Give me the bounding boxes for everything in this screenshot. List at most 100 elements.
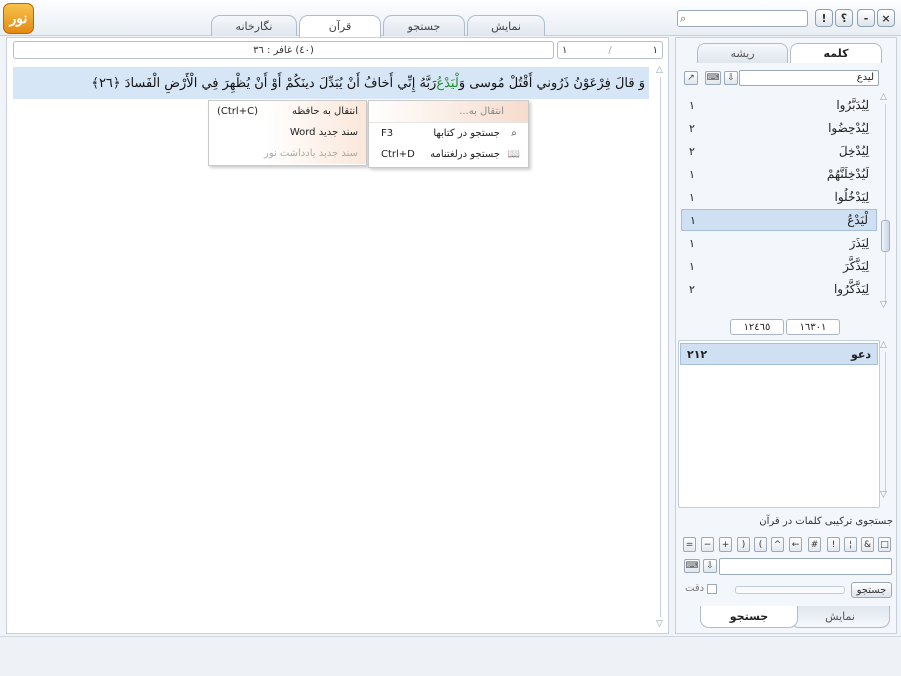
help-button[interactable]: ؟	[835, 9, 853, 27]
info-button-label: !	[821, 11, 827, 25]
menu-item-shortcut: F3	[381, 128, 394, 139]
list-item[interactable]: ١ لِيَذَّكَّرَ	[681, 255, 877, 277]
search-button[interactable]: جستجو	[851, 582, 892, 598]
list-item[interactable]: ٢ لِيَذَّكَّرُوا	[681, 278, 877, 300]
dictionary-icon: 📖	[507, 149, 521, 160]
word-list-scrollbar[interactable]: △ ▽	[880, 92, 892, 314]
down-arrow-icon[interactable]: ⇩	[703, 559, 717, 573]
list-item[interactable]: ١ لِيَدْخُلُوا	[681, 186, 877, 208]
symbol-button[interactable]: ¦	[844, 537, 857, 552]
root-list-scrollbar[interactable]: △ ▽	[880, 340, 892, 505]
word-text: لِيُدْحِضُوا	[828, 121, 869, 135]
content-scrollbar[interactable]: △ ▽	[655, 65, 667, 632]
search-icon[interactable]: ⌕	[680, 12, 686, 26]
count-right: ١٦٣٠١	[799, 321, 827, 333]
scroll-up-icon[interactable]: △	[656, 65, 663, 75]
tab-search-label: جستجو	[407, 19, 441, 33]
list-item[interactable]: ١ لَيُدْخِلَنَّهُمْ	[681, 163, 877, 185]
down-arrow-icon[interactable]: ⇩	[724, 71, 738, 85]
symbol-label: !	[831, 539, 836, 550]
list-item[interactable]: ٢ لِيُدْحِضُوا	[681, 117, 877, 139]
menu-header-label: انتقال به...	[459, 106, 504, 117]
tab-bottom-display[interactable]: نمایش	[790, 606, 890, 628]
app-logo[interactable]: نور	[3, 3, 34, 34]
menu-item-transfer-to[interactable]: انتقال به...	[369, 101, 528, 123]
word-text: لَيُدْخِلَنَّهُمْ	[826, 167, 869, 181]
tab-bottom-search[interactable]: جستجو	[700, 606, 798, 628]
keyboard-icon[interactable]: ⌨	[684, 559, 700, 573]
word-text: لْيَدْعُ	[847, 213, 868, 227]
word-count: ١	[689, 167, 695, 181]
word-list: ١ لِيُدَبَّرُوا ٢ لِيُدْحِضُوا ٢ لِيُدْخِلَ…	[681, 94, 877, 300]
word-text: لِيَدْخُلُوا	[834, 190, 870, 204]
list-item[interactable]: ٢ لِيُدْخِلَ	[681, 140, 877, 162]
symbol-label: )	[741, 539, 746, 550]
menu-item-new-word-doc[interactable]: سند جدید Word	[209, 122, 366, 143]
minimize-button[interactable]: -	[857, 9, 875, 27]
menu-item-label: جستجو درلغتنامه	[430, 149, 500, 160]
scroll-down-icon[interactable]: ▽	[656, 619, 663, 629]
symbol-button[interactable]: ←	[789, 537, 802, 552]
word-count: ١	[689, 259, 695, 273]
checkbox-box[interactable]	[707, 583, 718, 594]
root-row-selected[interactable]: ٢١٢ دعو	[680, 343, 878, 365]
tab-gallery[interactable]: نگارخانه	[211, 15, 297, 36]
combo-search-input[interactable]	[719, 558, 892, 575]
global-search-input[interactable]: ⌕	[677, 10, 808, 27]
info-button[interactable]: !	[815, 9, 833, 27]
menu-item-shortcut: Ctrl+D	[381, 149, 415, 160]
symbol-button[interactable]: +	[719, 537, 732, 552]
magnifier-icon: ⌕	[511, 128, 517, 139]
tab-quran[interactable]: قرآن	[299, 15, 381, 37]
tab-word-label: کلمه	[823, 47, 849, 60]
symbol-button[interactable]: #	[808, 537, 821, 552]
tab-root[interactable]: ریشه	[697, 43, 788, 63]
scroll-up-icon[interactable]: △	[880, 340, 887, 350]
scroll-down-icon[interactable]: ▽	[880, 490, 887, 500]
scroll-track	[885, 104, 886, 304]
exact-checkbox-label: دقت	[685, 583, 705, 594]
list-item[interactable]: ١ لِيَذَرَ	[681, 232, 877, 254]
close-button[interactable]: ×	[877, 9, 895, 27]
scroll-track	[885, 352, 886, 492]
scroll-up-icon[interactable]: △	[880, 92, 887, 102]
word-text: لِيُدْخِلَ	[838, 144, 869, 158]
keyboard-icon[interactable]: ⌨	[705, 71, 721, 85]
combo-search-title: جستجوی ترکیبی کلمات در قرآن	[683, 516, 893, 527]
list-item[interactable]: ١ لِيُدَبَّرُوا	[681, 94, 877, 116]
menu-item-copy-memory[interactable]: انتقال به حافظه (Ctrl+C)	[209, 101, 366, 122]
menu-item-search-books[interactable]: ⌕ جستجو در کتابها F3	[369, 123, 528, 144]
word-count: ٢	[689, 282, 695, 296]
symbol-label: ←	[791, 539, 800, 550]
menu-item-label: سند جدید یادداشت نور	[263, 148, 358, 159]
tab-display[interactable]: نمایش	[467, 15, 545, 36]
symbol-button[interactable]: □	[878, 537, 891, 552]
symbol-button[interactable]: −	[701, 537, 714, 552]
verse-text[interactable]: وَ قالَ فِرْعَوْنُ ذَرُوني‏ أَقْتُلْ مُو…	[13, 67, 649, 99]
menu-item-label: جستجو در کتابها	[433, 128, 500, 139]
tab-word[interactable]: کلمه	[790, 43, 882, 63]
menu-item-new-noor-note: سند جدید یادداشت نور	[209, 143, 366, 164]
list-item-selected[interactable]: ١ لْيَدْعُ	[681, 209, 877, 231]
exact-checkbox[interactable]: دقت	[685, 583, 718, 594]
symbol-button[interactable]: !	[827, 537, 840, 552]
symbol-button[interactable]: )	[737, 537, 750, 552]
scroll-down-icon[interactable]: ▽	[880, 300, 887, 310]
word-count: ١	[689, 236, 695, 250]
count-field-left: ١٢٤٦٥	[730, 319, 784, 335]
word-input[interactable]: لیدع	[739, 70, 879, 86]
symbol-label: #	[810, 539, 819, 550]
symbol-button[interactable]: ^	[771, 537, 784, 552]
verse-position-field[interactable]: ١ / ١	[557, 41, 663, 59]
root-text: دعو	[850, 347, 871, 361]
verse-highlight-word[interactable]: لْيَدْعُ	[436, 76, 458, 91]
tab-search[interactable]: جستجو	[383, 15, 465, 36]
symbol-button[interactable]: =	[683, 537, 696, 552]
symbol-button[interactable]: (	[754, 537, 767, 552]
sura-info-field[interactable]: (٤٠) غافر : ٣٦	[13, 41, 554, 59]
word-text: لِيُدَبَّرُوا	[836, 98, 869, 112]
scroll-thumb[interactable]	[881, 220, 890, 252]
clear-icon[interactable]: ↗	[684, 71, 698, 85]
menu-item-search-dictionary[interactable]: 📖 جستجو درلغتنامه Ctrl+D	[369, 144, 528, 165]
symbol-button[interactable]: &	[861, 537, 874, 552]
